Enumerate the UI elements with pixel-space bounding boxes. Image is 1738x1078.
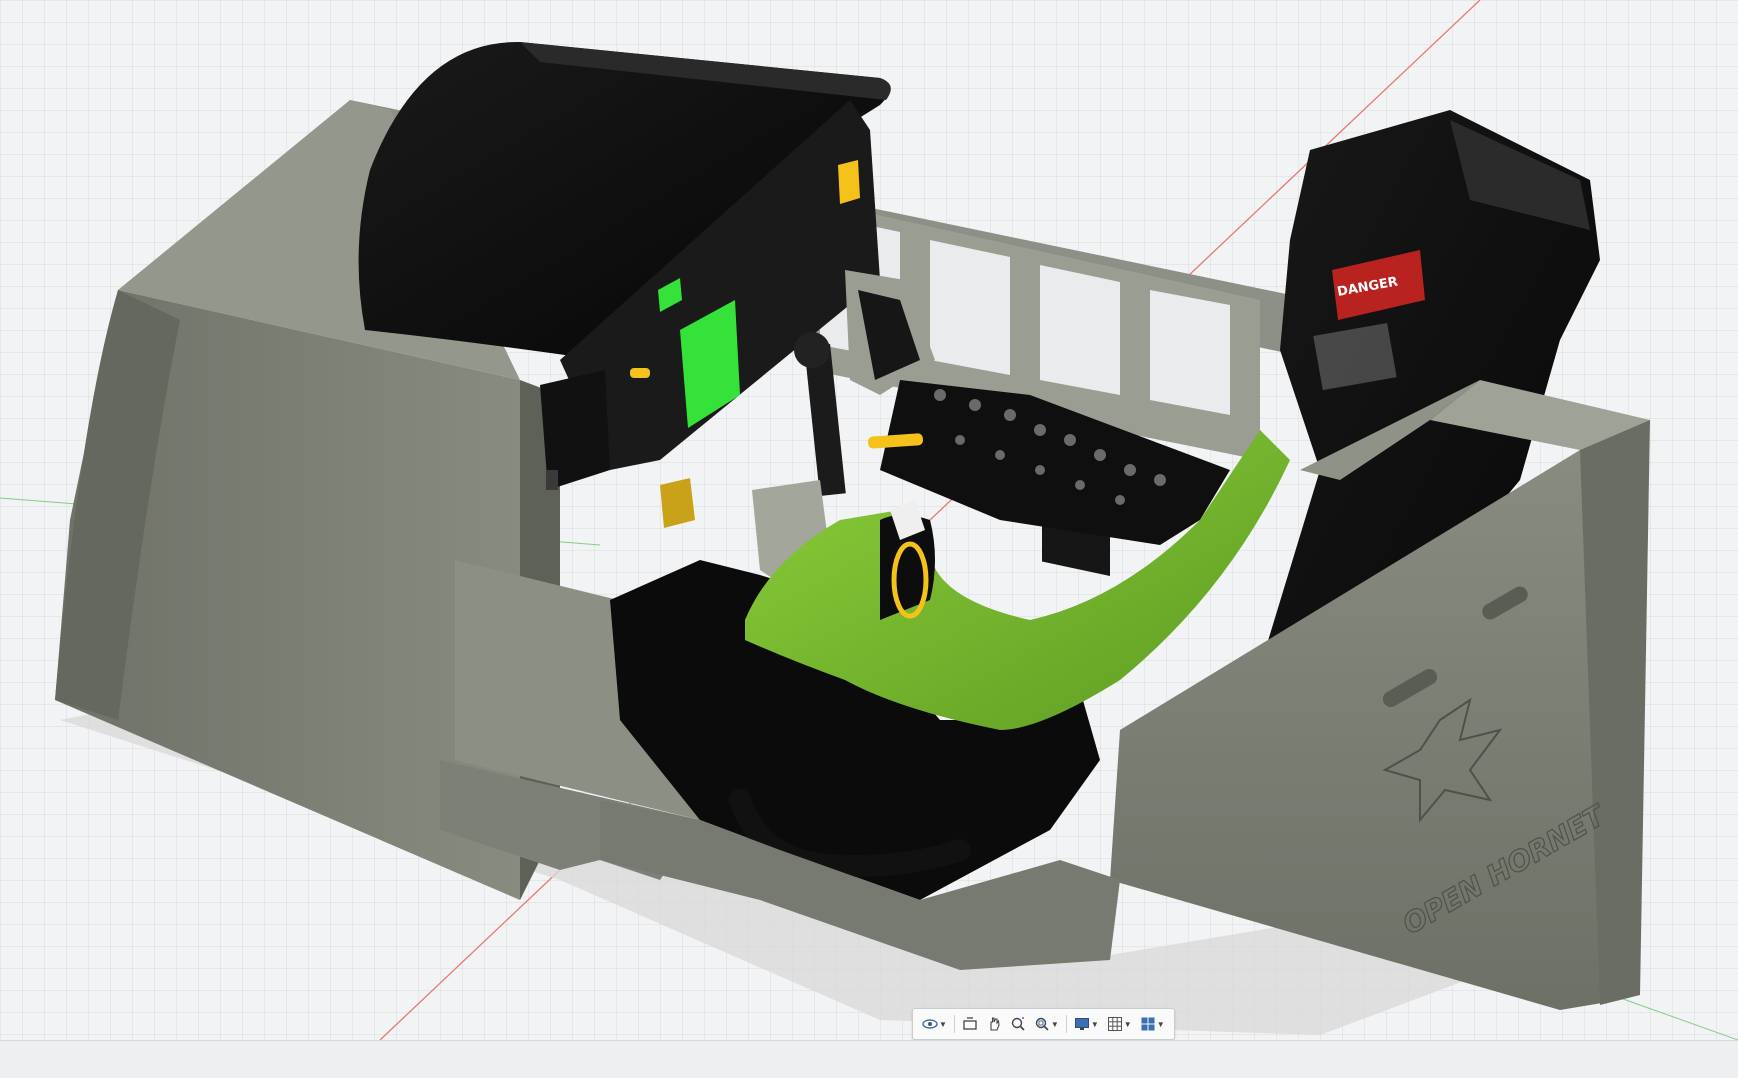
pan-button[interactable] <box>983 1012 1005 1036</box>
pan-icon <box>990 1017 1000 1031</box>
grid-snaps-icon <box>1107 1017 1122 1031</box>
display-settings-button[interactable]: ▼ <box>1071 1012 1102 1036</box>
fit-button[interactable]: ▼ <box>1031 1012 1062 1036</box>
zoom-button[interactable] <box>1007 1012 1029 1036</box>
look-at-button[interactable] <box>959 1012 981 1036</box>
viewports-button[interactable]: ▼ <box>1137 1012 1168 1036</box>
display-settings-icon <box>1074 1018 1089 1030</box>
orbit-button[interactable]: ▼ <box>919 1012 950 1036</box>
zoom-icon <box>1011 1017 1025 1031</box>
viewports-icon <box>1141 1017 1155 1031</box>
navigation-toolbar: ▼ ▼ ▼ ▼ ▼ <box>912 1008 1175 1040</box>
orbit-icon <box>922 1019 938 1029</box>
cockpit-model-render[interactable]: DANGER OPEN HORNET <box>0 0 1738 1040</box>
3d-viewport-canvas[interactable]: DANGER OPEN HORNET ▼ ▼ ▼ ▼ ▼ <box>0 0 1738 1040</box>
grid-snaps-button[interactable]: ▼ <box>1104 1012 1135 1036</box>
hazard-placard <box>838 160 860 204</box>
chevron-down-icon[interactable]: ▼ <box>1051 1020 1059 1029</box>
chevron-down-icon[interactable]: ▼ <box>939 1020 947 1029</box>
bottom-status-bar <box>0 1040 1738 1078</box>
chevron-down-icon[interactable]: ▼ <box>1157 1020 1165 1029</box>
chevron-down-icon[interactable]: ▼ <box>1124 1020 1132 1029</box>
fit-icon <box>1035 1017 1049 1031</box>
look-at-icon <box>963 1017 977 1030</box>
chevron-down-icon[interactable]: ▼ <box>1091 1020 1099 1029</box>
